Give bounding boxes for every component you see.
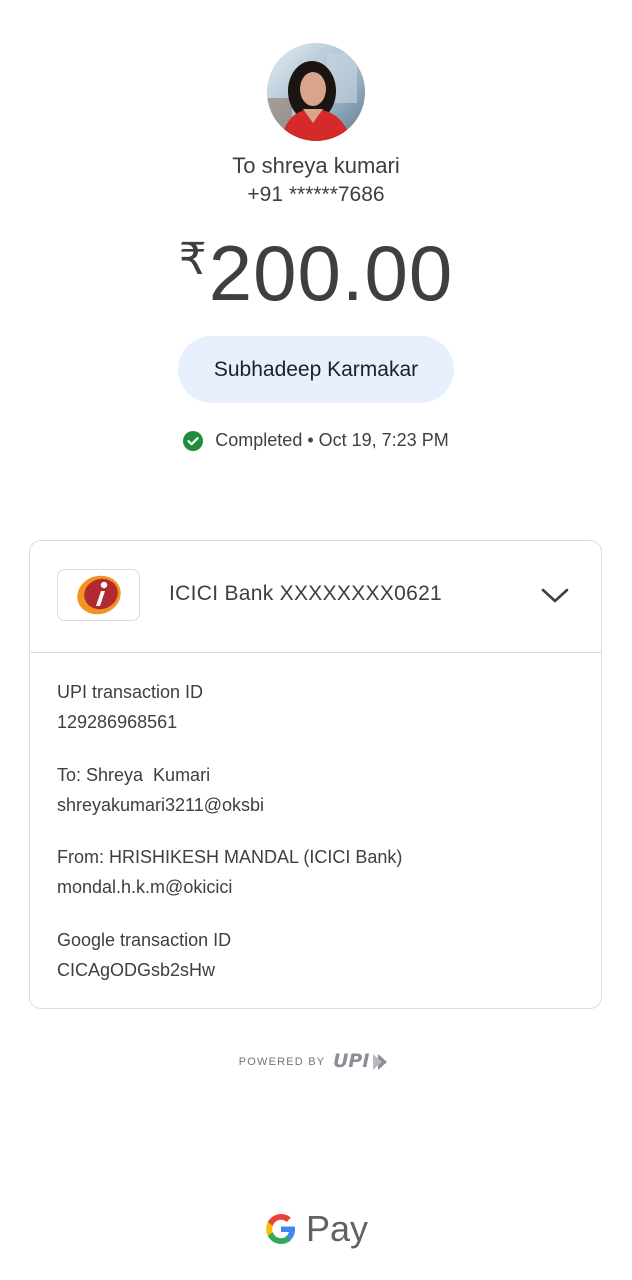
icici-bank-logo-icon: [57, 569, 140, 621]
powered-by-upi: POWERED BY UPI: [0, 1050, 632, 1074]
google-g-icon: [266, 1214, 295, 1244]
payment-receipt-screen: To shreya kumari +91 ******7686 ₹200.00 …: [0, 0, 632, 1280]
upi-transaction-id-label: UPI transaction ID: [57, 682, 204, 702]
upi-transaction-id-value: 129286968561: [57, 712, 178, 732]
google-transaction-id-label: Google transaction ID: [57, 930, 232, 950]
currency-symbol: ₹: [178, 235, 207, 284]
recipient-phone: +91 ******7686: [247, 183, 385, 206]
amount-value: 200.00: [208, 229, 454, 317]
bank-account-label: ICICI Bank XXXXXXXX0621: [169, 582, 443, 605]
status-text: Completed • Oct 19, 7:23 PM: [215, 430, 449, 450]
upi-logo-icon: UPI: [333, 1050, 388, 1072]
from-upi-id: mondal.h.k.m@okicici: [57, 877, 233, 897]
bank-account-row[interactable]: ICICI Bank XXXXXXXX0621: [30, 541, 601, 653]
recipient-avatar: [267, 43, 365, 141]
google-pay-logo: Pay: [0, 1208, 632, 1250]
payment-note-pill: Subhadeep Karmakar: [178, 336, 454, 403]
upi-logo-text: UPI: [333, 1050, 369, 1072]
google-transaction-id-value: CICAgODGsb2sHw: [57, 960, 216, 980]
payment-status: Completed • Oct 19, 7:23 PM: [0, 430, 632, 451]
pay-text: Pay: [305, 1208, 369, 1249]
recipient-name: To shreya kumari: [232, 153, 400, 178]
transaction-details-card: ICICI Bank XXXXXXXX0621 UPI transaction …: [29, 540, 602, 1009]
payment-amount: ₹200.00: [0, 228, 632, 319]
check-circle-icon: [183, 430, 204, 451]
chevron-down-icon[interactable]: [540, 583, 570, 607]
to-upi-id: shreyakumari3211@oksbi: [57, 795, 265, 815]
powered-by-text: POWERED BY: [238, 1056, 326, 1068]
from-label: From: HRISHIKESH MANDAL (ICICI Bank): [57, 847, 403, 867]
to-label: To: Shreya Kumari: [57, 765, 211, 785]
